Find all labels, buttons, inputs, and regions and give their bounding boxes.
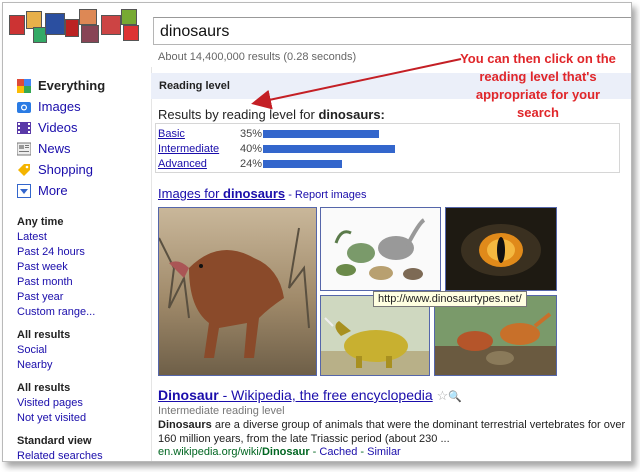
annotation-callout: You can then click on the reading level … (460, 51, 616, 120)
browser-frame: dinosaurs About 14,400,000 results (0.28… (2, 2, 632, 462)
